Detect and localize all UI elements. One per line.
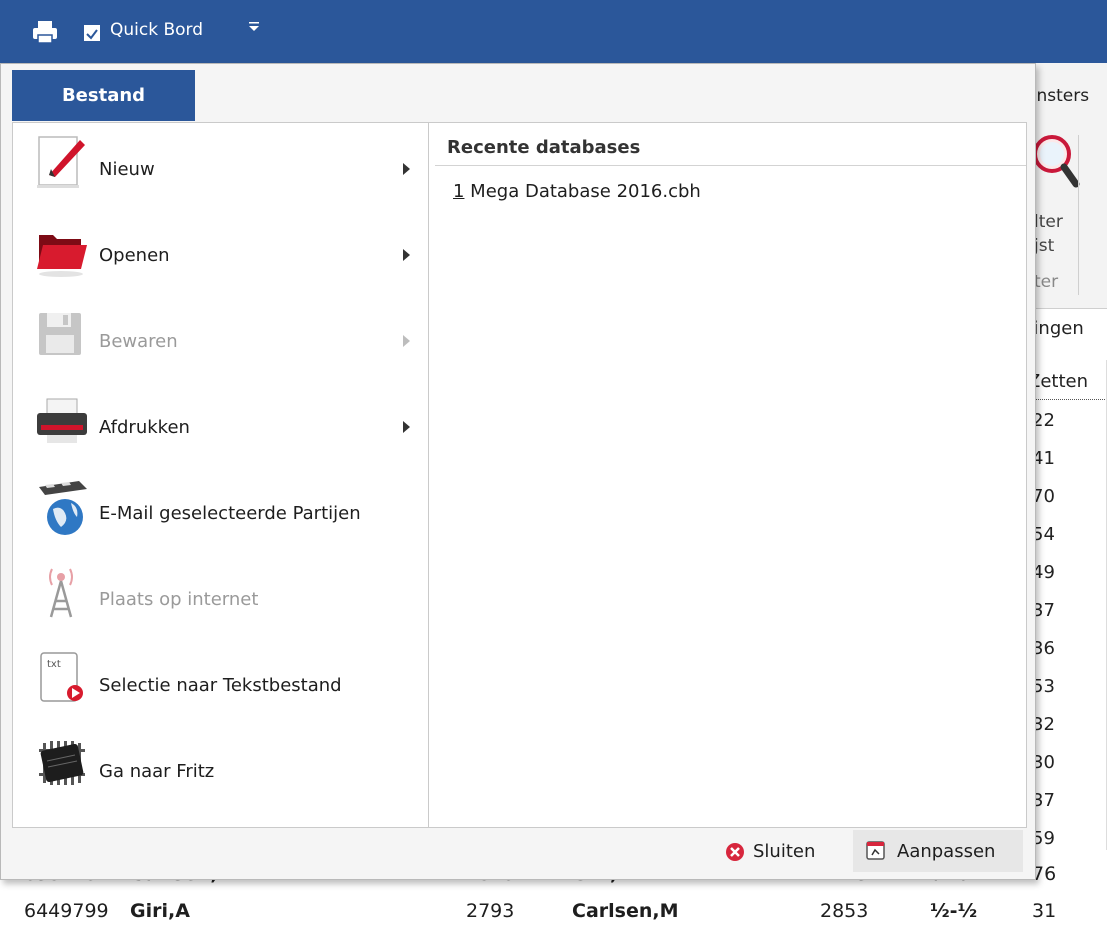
menu-item-plaats-op-internet[interactable]: Plaats op internet	[13, 553, 428, 639]
recent-divider	[435, 165, 1026, 166]
menu-item-label: E-Mail geselecteerde Partijen	[99, 503, 361, 524]
game-id: 6449799	[24, 900, 109, 922]
recent-item-number: 1	[453, 181, 465, 202]
check-icon	[86, 29, 98, 40]
close-button-label: Sluiten	[753, 841, 816, 862]
menu-item-label: Openen	[99, 245, 170, 266]
black-elo: 2853	[820, 900, 869, 922]
menu-item-label: Selectie naar Tekstbestand	[99, 675, 342, 696]
folder-icon	[37, 235, 87, 277]
quick-board-label[interactable]: Quick Bord	[110, 20, 203, 40]
qat-customize-dropdown-icon[interactable]	[248, 20, 260, 38]
globe-chessboard-icon	[39, 481, 87, 535]
menu-item-bewaren[interactable]: Bewaren	[13, 295, 428, 381]
filter-label-1: lter	[1034, 212, 1063, 232]
submenu-arrow-icon	[403, 421, 410, 433]
menu-item-email[interactable]: E-Mail geselecteerde Partijen	[13, 467, 428, 553]
moves: 31	[1032, 900, 1057, 922]
close-icon	[726, 843, 744, 861]
submenu-arrow-icon	[403, 249, 410, 261]
filter-label-2: jst	[1034, 236, 1055, 256]
title-bar: Quick Bord	[0, 0, 1107, 63]
print-icon[interactable]	[32, 20, 58, 44]
menu-item-nieuw[interactable]: Nieuw	[13, 123, 428, 209]
new-pencil-icon	[37, 136, 85, 188]
save-icon	[39, 313, 81, 355]
recent-database-item[interactable]: 1 Mega Database 2016.cbh	[453, 181, 701, 202]
menu-item-label: Nieuw	[99, 159, 155, 180]
menu-item-tekstbestand[interactable]: txt Selectie naar Tekstbestand	[13, 639, 428, 725]
menu-item-openen[interactable]: Openen	[13, 209, 428, 295]
white-player: Giri,A	[130, 900, 190, 922]
backstage-content: Nieuw Openen Bewaren Afdrukken E-Mail ge…	[12, 122, 1027, 828]
file-menu: Nieuw Openen Bewaren Afdrukken E-Mail ge…	[13, 123, 429, 827]
customize-icon	[866, 841, 885, 860]
menu-item-label: Ga naar Fritz	[99, 761, 215, 782]
close-button[interactable]: Sluiten	[719, 834, 841, 870]
txt-file-icon: txt	[40, 652, 83, 702]
menu-item-label: Bewaren	[99, 331, 178, 352]
menu-item-label: Plaats op internet	[99, 589, 259, 610]
black-player: Carlsen,M	[572, 900, 679, 922]
magnifier-icon[interactable]	[1032, 132, 1080, 196]
selection-dotted-line	[1026, 399, 1107, 400]
submenu-arrow-icon	[403, 335, 410, 347]
antenna-icon	[49, 568, 73, 618]
customize-button[interactable]: Aanpassen	[853, 830, 1023, 872]
recent-item-name: Mega Database 2016.cbh	[464, 181, 701, 202]
recent-databases-pane: Recente databases 1 Mega Database 2016.c…	[429, 123, 1026, 827]
menu-item-label: Afdrukken	[99, 417, 190, 438]
customize-button-label: Aanpassen	[897, 841, 996, 862]
submenu-arrow-icon	[403, 163, 410, 175]
menu-item-ga-naar-fritz[interactable]: Ga naar Fritz	[13, 725, 428, 811]
result: ½-½	[930, 900, 978, 922]
quick-board-checkbox[interactable]	[84, 25, 100, 41]
svg-text:txt: txt	[47, 659, 61, 670]
recent-databases-title: Recente databases	[447, 137, 641, 158]
ribbon-separator	[1078, 135, 1079, 295]
filter-group-label: ter	[1034, 272, 1059, 292]
printer-icon	[37, 398, 87, 443]
file-backstage-panel: Bestand Nieuw Openen Bewaren Afdrukken E…	[0, 63, 1036, 880]
column-header-zetten[interactable]: Zetten	[1028, 371, 1088, 392]
menu-item-afdrukken[interactable]: Afdrukken	[13, 381, 428, 467]
tab-bestand[interactable]: Bestand	[12, 70, 195, 121]
chip-icon	[39, 741, 85, 785]
white-elo: 2793	[466, 900, 515, 922]
